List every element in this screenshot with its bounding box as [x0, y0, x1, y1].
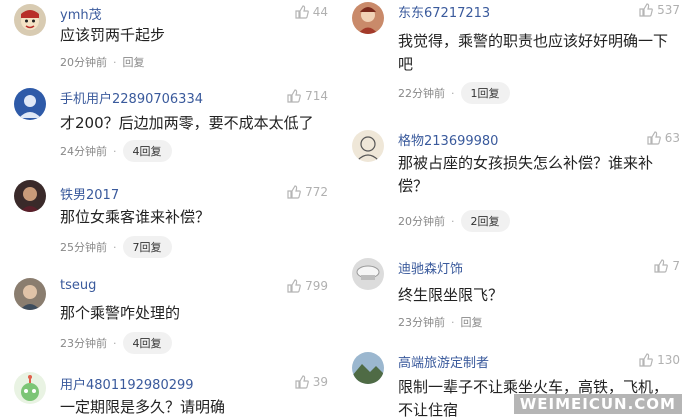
comment-text: 一定期限是多久？请明确: [60, 398, 226, 416]
comment-meta: 20分钟前 · 回复: [60, 54, 145, 70]
meta-separator: ·: [451, 214, 455, 228]
thumbs-up-icon: [639, 3, 653, 17]
like-count: 130: [657, 353, 680, 367]
meta-separator: ·: [113, 55, 117, 69]
reply-count-button[interactable]: 4回复: [122, 140, 172, 162]
landscape-avatar-icon[interactable]: [352, 352, 384, 384]
like-count: 537: [657, 3, 680, 17]
photo-avatar-icon[interactable]: [352, 2, 384, 34]
photo-avatar-icon[interactable]: [14, 180, 46, 212]
like-count: 799: [305, 279, 328, 293]
comment-meta: 22分钟前 · 1回复: [398, 82, 510, 104]
like-button[interactable]: 537: [638, 2, 680, 18]
like-count: 63: [664, 131, 680, 145]
thumbs-up-icon: [639, 353, 653, 367]
photo-avatar-icon[interactable]: [14, 278, 46, 310]
comment-username[interactable]: 格物213699980: [398, 130, 498, 149]
comment-meta: 23分钟前 · 4回复: [60, 332, 172, 354]
thumbs-up-icon: [654, 259, 669, 273]
comment-time: 22分钟前: [398, 87, 445, 100]
reply-count-button[interactable]: 2回复: [460, 210, 510, 232]
comment-meta: 23分钟前 · 回复: [398, 314, 483, 330]
meta-separator: ·: [113, 144, 117, 158]
reply-button[interactable]: 回复: [461, 314, 483, 330]
thumbs-up-icon: [287, 185, 301, 199]
meta-separator: ·: [451, 315, 455, 329]
comment-username[interactable]: 铁男2017: [60, 184, 119, 203]
comment-meta: 24分钟前 · 4回复: [60, 140, 172, 162]
comment-text: 那位女乘客谁来补偿？: [60, 208, 211, 226]
comment-meta: 20分钟前 · 2回复: [398, 210, 510, 232]
like-count: 44: [312, 5, 328, 19]
comment-time: 20分钟前: [398, 215, 445, 228]
comment-text: 终生限坐限飞？: [398, 286, 504, 304]
like-count: 772: [305, 185, 328, 199]
comment-meta: 25分钟前 · 7回复: [60, 236, 172, 258]
watermark: WEIMEICUN.COM: [513, 394, 682, 414]
like-button[interactable]: 714: [286, 88, 328, 104]
comment-text: 那被占座的女孩损失怎么补偿？谁来补偿？: [398, 154, 654, 195]
comment-time: 24分钟前: [60, 145, 107, 158]
thumbs-up-icon: [287, 279, 301, 293]
comment-column-right: 东东67217213 537 我觉得，乘警的职责也应该好好明确一下吧 22分钟前…: [338, 0, 690, 420]
comment-text: 那个乘警咋处理的: [60, 304, 181, 322]
comment-column-left: ymh茂 44 应该罚两千起步 20分钟前 · 回复 手机用户228907063…: [0, 0, 338, 420]
comment-time: 25分钟前: [60, 241, 107, 254]
thumbs-up-icon: [287, 89, 301, 103]
lamp-avatar-icon[interactable]: [352, 258, 384, 290]
comment-username[interactable]: 迪驰森灯饰: [398, 258, 463, 277]
comment-username[interactable]: ymh茂: [60, 4, 102, 23]
thumbs-up-icon: [295, 5, 309, 19]
comment-time: 23分钟前: [398, 316, 445, 329]
meta-separator: ·: [451, 86, 455, 100]
like-button[interactable]: 7: [653, 258, 680, 274]
comment-username[interactable]: 用户4801192980299: [60, 374, 194, 393]
meta-separator: ·: [113, 336, 117, 350]
comment-text: 我觉得，乘警的职责也应该好好明确一下吧: [398, 32, 669, 73]
comment-username[interactable]: tseug: [60, 278, 96, 293]
meta-separator: ·: [113, 240, 117, 254]
like-button[interactable]: 39: [294, 374, 328, 390]
reply-count-button[interactable]: 4回复: [122, 332, 172, 354]
like-count: 39: [312, 375, 328, 389]
comment-username[interactable]: 高端旅游定制者: [398, 352, 489, 371]
like-button[interactable]: 63: [646, 130, 680, 146]
like-button[interactable]: 799: [286, 278, 328, 294]
comment-time: 20分钟前: [60, 56, 107, 69]
opera-mask-icon[interactable]: [14, 4, 46, 36]
thumbs-up-icon: [647, 131, 661, 145]
comment-time: 23分钟前: [60, 337, 107, 350]
default-avatar-icon[interactable]: [14, 88, 46, 120]
comment-username[interactable]: 东东67217213: [398, 2, 490, 21]
like-button[interactable]: 772: [286, 184, 328, 200]
comment-username[interactable]: 手机用户22890706334: [60, 88, 203, 107]
reply-count-button[interactable]: 1回复: [460, 82, 510, 104]
thumbs-up-icon: [295, 375, 309, 389]
like-button[interactable]: 130: [638, 352, 680, 368]
sketch-avatar-icon[interactable]: [352, 130, 384, 162]
reply-button[interactable]: 回复: [123, 54, 145, 70]
cartoon-avatar-icon[interactable]: [14, 372, 46, 404]
like-count: 714: [305, 89, 328, 103]
reply-count-button[interactable]: 7回复: [122, 236, 172, 258]
like-count: 7: [672, 259, 680, 273]
comment-text: 应该罚两千起步: [60, 26, 166, 44]
like-button[interactable]: 44: [294, 4, 328, 20]
comment-text: 才200？后边加两零，要不成本太低了: [60, 114, 314, 132]
